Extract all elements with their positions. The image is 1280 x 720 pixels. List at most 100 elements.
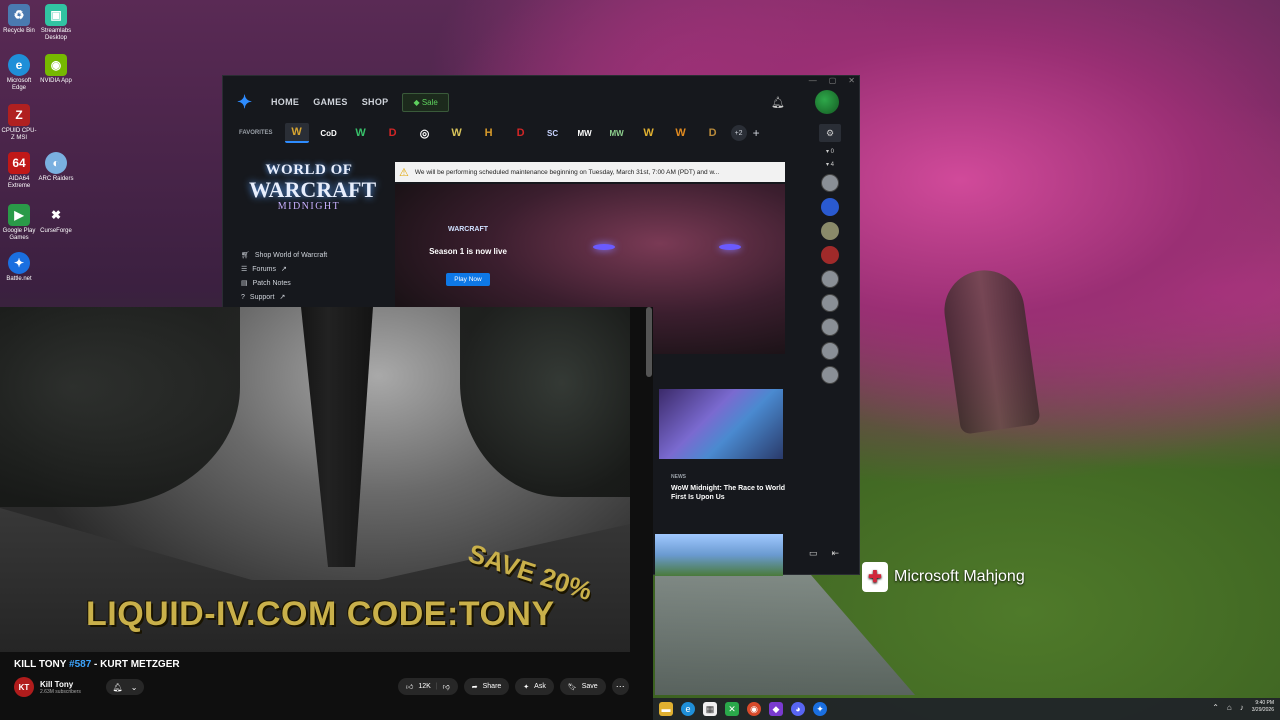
nav-home[interactable]: HOME [271,97,299,107]
network-icon[interactable]: ⌂ [1227,703,1232,712]
notifications-bell-icon[interactable]: 🔔︎ [771,96,785,109]
share-button[interactable]: ➦ Share [463,678,510,695]
desktop-icon-cpuz[interactable]: Z CPUID CPU-Z MSI [0,104,38,142]
sale-label: Sale [421,97,438,107]
save-button[interactable]: 🔖︎ Save [559,678,606,695]
friend-avatar[interactable] [821,174,839,192]
patch-notes-link[interactable]: ▤ Patch Notes [241,279,327,288]
subscriber-count: 2.63M subscribers [40,688,81,695]
like-button[interactable]: 👍︎ 12K | 👎︎ [398,678,458,695]
news-image-2[interactable] [655,534,783,576]
wow-classic-icon[interactable]: W [349,123,373,143]
store-icon[interactable]: ▦ [703,702,717,716]
desktop-icon-label: AIDA64 Extreme [7,176,31,189]
recycle-bin-icon: ♻ [8,4,30,26]
battlenet-taskbar-icon[interactable]: ✦ [813,702,827,716]
nav-shop[interactable]: SHOP [362,97,389,107]
desktop-icon-edge[interactable]: e Microsoft Edge [0,54,38,92]
desktop-icon-label: Recycle Bin [3,28,35,34]
desktop-icon-nvidia[interactable]: ◉ NVIDIA App [37,54,75,85]
shop-wow-link[interactable]: 🛒︎ Shop World of Warcraft [241,251,327,260]
collapse-icon[interactable]: ⇤ [832,548,840,559]
diablo-immortal-icon[interactable]: D [509,123,533,143]
chevron-up-icon[interactable]: ⌃ [1212,703,1219,712]
scrollbar[interactable] [646,307,652,377]
ask-button[interactable]: ✦ Ask [515,678,554,695]
desktop-icon-label: Streamlabs Desktop [40,28,72,41]
call-of-duty-icon[interactable]: CoD [317,123,341,143]
overwatch-icon[interactable]: ◎ [413,123,437,143]
desktop-icon-label: NVIDIA App [40,78,72,84]
mw2-icon[interactable]: MW [605,123,629,143]
subscription-bell-button[interactable]: 🔔︎ ⌄ [106,679,144,695]
user-avatar[interactable] [815,90,839,114]
friend-avatar[interactable] [821,342,839,360]
friends-group-1[interactable]: ▾ 0 [826,148,834,155]
nav-games[interactable]: GAMES [313,97,348,107]
friends-footer: ▭ ⇤ [809,548,839,559]
chat-icon[interactable]: ▭ [809,548,818,559]
file-explorer-icon[interactable]: ▬ [659,702,673,716]
forums-link[interactable]: ☰ Forums ↗ [241,265,327,274]
wow-midnight-logo: WORLD OF WARCRAFT MIDNIGHT [249,162,376,212]
hearthstone-icon[interactable]: H [477,123,501,143]
share-label: Share [482,683,502,690]
desktop-icon-arc-raiders[interactable]: ◐ ARC Raiders [37,152,75,183]
video-title: KILL TONY #587 - KURT METZGER [14,659,180,670]
support-link[interactable]: ? Support ↗ [241,293,327,302]
desktop-icon-streamlabs[interactable]: ▣ Streamlabs Desktop [37,4,75,42]
cpuz-icon: Z [8,104,30,126]
mahjong-icon: ✚ [862,562,888,592]
thumbs-down-icon[interactable]: 👎︎ [443,682,450,691]
play-now-button[interactable]: Play Now [446,273,490,286]
friend-avatar[interactable] [821,246,839,264]
maintenance-banner[interactable]: ⚠ We will be performing scheduled mainte… [395,162,785,182]
aida64-icon: 64 [8,152,30,174]
warcraft-rumble-icon[interactable]: W [637,123,661,143]
friend-avatar[interactable] [821,366,839,384]
video-player[interactable]: SAVE 20% LIQUID-IV.COM CODE:TONY [0,307,630,652]
more-options-icon[interactable]: ⋯ [611,678,629,695]
friend-avatar[interactable] [821,318,839,336]
discord-icon[interactable]: ◕ [791,702,805,716]
friend-avatar[interactable] [821,222,839,240]
diablo-2-icon[interactable]: D [701,123,725,143]
title-hashtag[interactable]: #587 [69,659,91,670]
clock[interactable]: 9:40 PM 3/29/2026 [1252,700,1274,714]
friend-avatar[interactable] [821,270,839,288]
desktop-icon-recycle-bin[interactable]: ♻ Recycle Bin [0,4,38,35]
bookmark-icon: 🔖︎ [567,683,577,691]
app-icon[interactable]: ◆ [769,702,783,716]
nav-sale-button[interactable]: ◆ Sale [402,92,449,112]
battlenet-logo-icon[interactable]: ✦ [237,92,257,112]
youtube-window: SAVE 20% LIQUID-IV.COM CODE:TONY KILL TO… [0,307,653,720]
desktop-icon-aida64[interactable]: 64 AIDA64 Extreme [0,152,38,190]
video-frame [460,307,630,497]
warcraft-icon[interactable]: W [445,123,469,143]
edge-icon[interactable]: e [681,702,695,716]
support-icon: ? [241,293,245,301]
desktop-icon-battlenet[interactable]: ✦ Battle.net [0,252,38,283]
starcraft-icon[interactable]: SC [541,123,565,143]
add-friend-icon[interactable]: ⚙ [819,124,841,142]
friend-avatar[interactable] [821,294,839,312]
friends-group-2[interactable]: ▾ 4 [826,161,834,168]
wow-icon[interactable]: W [284,123,309,143]
add-favorite-icon[interactable]: + [753,126,760,140]
friend-avatar[interactable] [821,198,839,216]
volume-icon[interactable]: ♪ [1240,703,1244,712]
channel-name[interactable]: Kill Tony [40,680,81,689]
more-favorites-button[interactable]: +2 [730,125,747,141]
chrome-icon[interactable]: ◉ [747,702,761,716]
warcraft-3-icon[interactable]: W [669,123,693,143]
xbox-icon[interactable]: ✕ [725,702,739,716]
desktop-icon-google-play[interactable]: ▶ Google Play Games [0,204,38,242]
link-label: Support [249,293,275,301]
channel-avatar[interactable]: KT [14,677,34,697]
modern-warfare-icon[interactable]: MW [573,123,597,143]
diablo-icon[interactable]: D [381,123,405,143]
desktop-icon-mahjong[interactable]: ✚ Microsoft Mahjong [862,562,1025,592]
news-image[interactable] [659,389,783,459]
news-card[interactable]: NEWS WoW Midnight: The Race to World Fir… [671,474,791,502]
desktop-icon-curseforge[interactable]: ✖ CurseForge [37,204,75,235]
